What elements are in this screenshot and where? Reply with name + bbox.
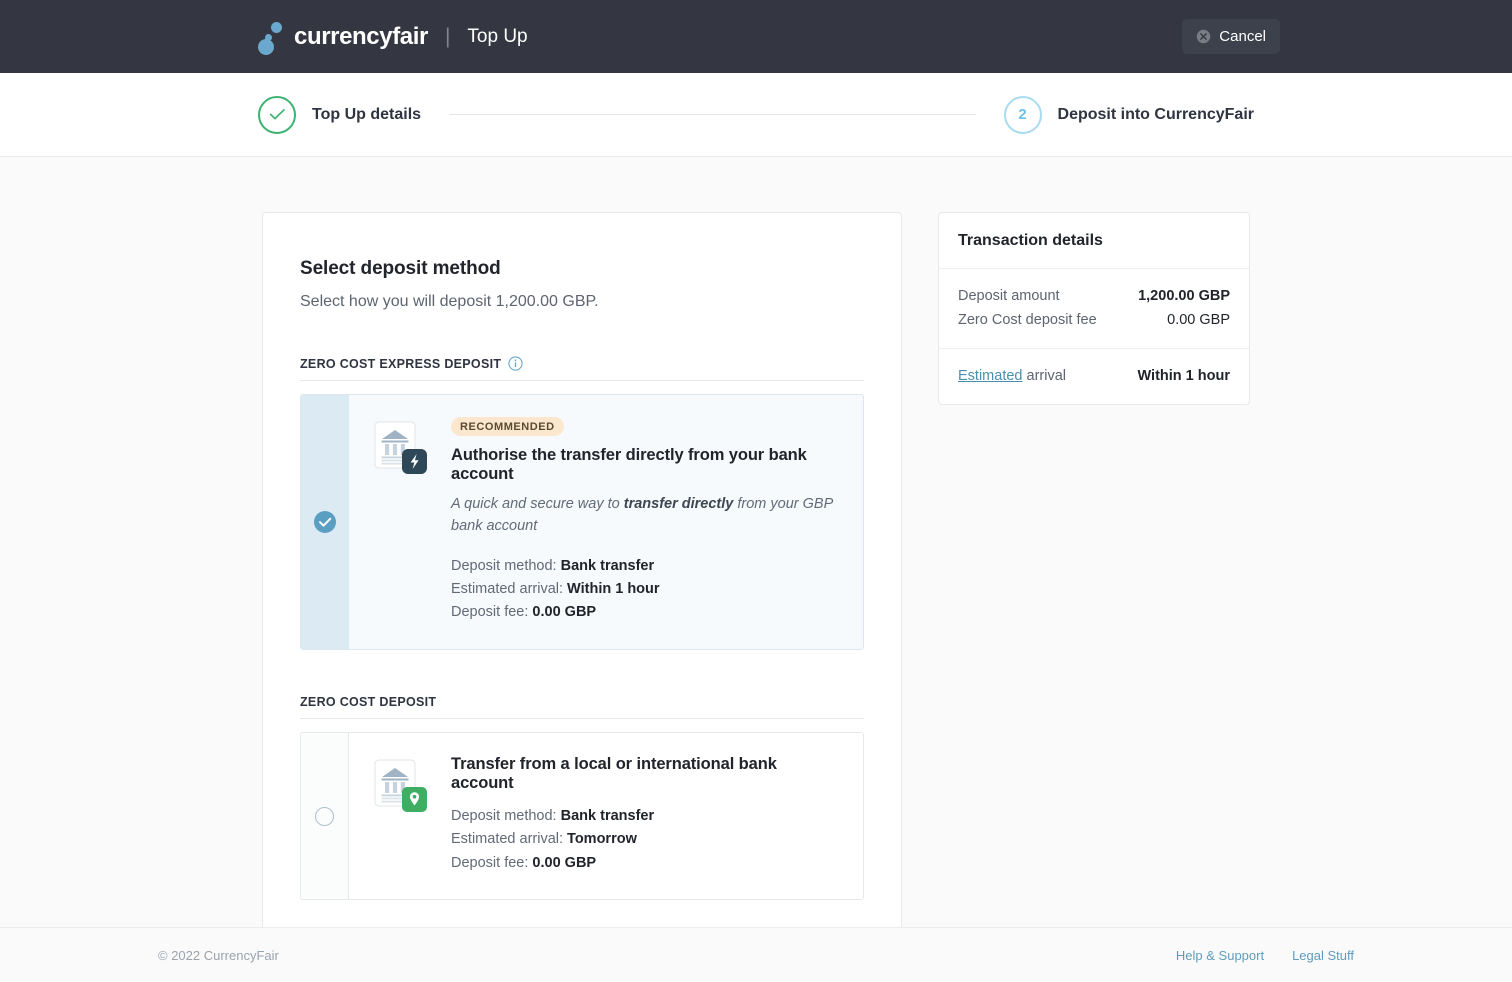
transaction-details-panel: Transaction details Deposit amount 1,200… [938, 212, 1250, 405]
row-value: Within 1 hour [1137, 368, 1231, 384]
bank-lightning-icon [373, 421, 429, 477]
stepper-step-deposit[interactable]: 2 Deposit into CurrencyFair [1003, 95, 1254, 134]
option-radio-column[interactable] [301, 395, 349, 649]
option-body: RECOMMENDED Authorise the transfer direc… [349, 395, 863, 649]
close-circle-icon [1197, 29, 1211, 44]
footer-copyright: © 2022 CurrencyFair [158, 947, 279, 963]
section-label: ZERO COST DEPOSIT [300, 694, 437, 709]
page-title: Top Up [467, 25, 528, 47]
top-bar: currencyfair | Top Up Cancel [0, 0, 1512, 73]
meta-value: 0.00 GBP [532, 854, 597, 871]
option-description: A quick and secure way to transfer direc… [451, 494, 839, 538]
info-circle-icon[interactable] [508, 356, 523, 371]
section-header-express: ZERO COST EXPRESS DEPOSIT [300, 356, 864, 371]
option-title: Authorise the transfer directly from you… [451, 446, 807, 483]
option-meta-row: Estimated arrival: Within 1 hour [451, 578, 839, 601]
cancel-button[interactable]: Cancel [1182, 19, 1280, 54]
check-icon [269, 108, 285, 120]
recommended-badge: RECOMMENDED [451, 417, 564, 436]
transaction-row-deposit-fee: Zero Cost deposit fee 0.00 GBP [958, 308, 1230, 332]
estimated-tooltip-link[interactable]: Estimated [958, 368, 1022, 384]
stepper-step-label: Deposit into CurrencyFair [1057, 105, 1254, 123]
currencyfair-logo-icon [258, 20, 286, 55]
option-text: RECOMMENDED Authorise the transfer direc… [451, 417, 839, 625]
radio-empty-icon[interactable] [315, 806, 334, 826]
row-label-rest: arrival [1022, 368, 1067, 384]
page-content: Select deposit method Select how you wil… [0, 157, 1512, 982]
option-meta-row: Deposit method: Bank transfer [451, 555, 839, 578]
stepper-connector [449, 114, 976, 115]
meta-key: Deposit fee: [451, 604, 533, 621]
row-value: 1,200.00 GBP [1138, 288, 1230, 304]
progress-stepper: Top Up details 2 Deposit into CurrencyFa… [0, 73, 1512, 157]
option-meta-row: Estimated arrival: Tomorrow [451, 828, 839, 851]
footer-links: Help & Support Legal Stuff [1176, 948, 1354, 963]
footer-link-help-support[interactable]: Help & Support [1176, 948, 1264, 963]
section-divider [300, 380, 864, 381]
brand-name: currencyfair [294, 22, 428, 50]
deposit-option-standard[interactable]: Transfer from a local or international b… [300, 731, 864, 901]
card-subtitle: Select how you will deposit 1,200.00 GBP… [300, 293, 599, 310]
transaction-arrival-section: Estimated arrival Within 1 hour [939, 349, 1249, 404]
meta-value: Bank transfer [560, 807, 655, 824]
row-label: Estimated arrival [958, 368, 1066, 384]
option-meta-list: Deposit method: Bank transfer Estimated … [451, 805, 839, 875]
deposit-method-card: Select deposit method Select how you wil… [262, 212, 902, 982]
stepper-step-topup-details[interactable]: Top Up details [258, 95, 422, 134]
option-meta-row: Deposit fee: 0.00 GBP [451, 601, 839, 624]
meta-key: Deposit fee: [451, 854, 533, 871]
transaction-details-title: Transaction details [939, 213, 1249, 269]
row-value: 0.00 GBP [1167, 312, 1230, 328]
card-title: Select deposit method [300, 258, 501, 279]
deposit-option-express[interactable]: RECOMMENDED Authorise the transfer direc… [300, 394, 864, 650]
page-footer: © 2022 CurrencyFair Help & Support Legal… [0, 927, 1512, 982]
check-circle-filled-icon[interactable] [313, 510, 336, 533]
meta-key: Estimated arrival: [451, 831, 568, 848]
section-divider [300, 717, 864, 719]
meta-value: Bank transfer [560, 557, 655, 574]
row-label: Deposit amount [958, 288, 1060, 304]
cancel-button-label: Cancel [1219, 28, 1266, 45]
row-label: Zero Cost deposit fee [958, 312, 1097, 328]
footer-link-legal-stuff[interactable]: Legal Stuff [1292, 948, 1354, 963]
stepper-step-label: Top Up details [312, 105, 422, 123]
option-radio-column[interactable] [301, 732, 349, 900]
meta-value: Tomorrow [567, 831, 637, 848]
step-complete-icon [258, 95, 296, 134]
step-number-badge: 2 [1003, 95, 1042, 134]
bank-location-icon [373, 759, 429, 815]
section-header-standard: ZERO COST DEPOSIT [300, 695, 864, 709]
option-meta-row: Deposit fee: 0.00 GBP [451, 852, 839, 875]
option-desc-bold: transfer directly [623, 496, 734, 512]
meta-key: Deposit method: [451, 557, 561, 574]
meta-value: Within 1 hour [567, 580, 660, 597]
section-label: ZERO COST EXPRESS DEPOSIT [300, 356, 502, 371]
transaction-amounts-section: Deposit amount 1,200.00 GBP Zero Cost de… [939, 269, 1249, 349]
option-meta-row: Deposit method: Bank transfer [451, 805, 839, 828]
meta-value: 0.00 GBP [532, 604, 597, 621]
meta-key: Estimated arrival: [451, 580, 568, 597]
option-title: Transfer from a local or international b… [451, 754, 777, 792]
option-meta-list: Deposit method: Bank transfer Estimated … [451, 555, 839, 625]
transaction-row-estimated-arrival: Estimated arrival Within 1 hour [958, 364, 1230, 388]
brand: currencyfair | Top Up [258, 20, 528, 55]
transaction-row-deposit-amount: Deposit amount 1,200.00 GBP [958, 284, 1230, 308]
option-desc-pre: A quick and secure way to [451, 496, 624, 512]
option-text: Transfer from a local or international b… [451, 755, 839, 875]
meta-key: Deposit method: [451, 807, 561, 824]
option-body: Transfer from a local or international b… [349, 732, 863, 900]
brand-separator: | [444, 24, 451, 48]
